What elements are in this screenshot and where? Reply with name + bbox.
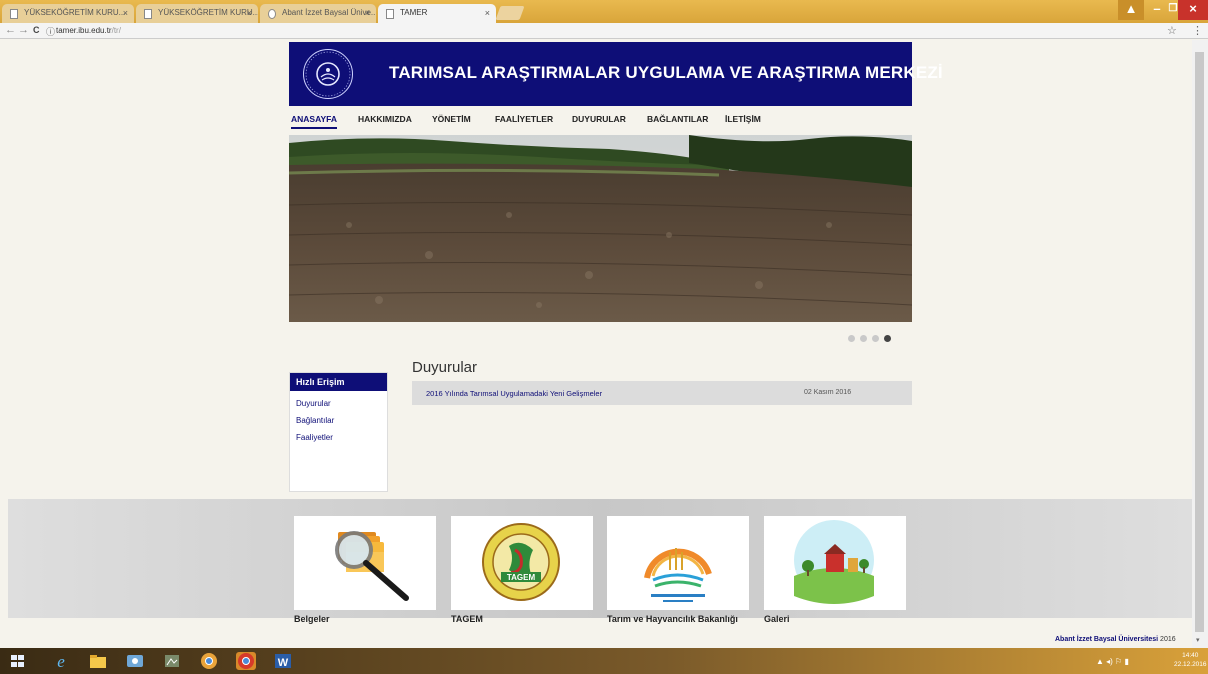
nav-anasayfa[interactable]: ANASAYFA — [291, 114, 337, 129]
file-explorer-icon[interactable] — [88, 652, 108, 670]
nav-duyurular[interactable]: DUYURULAR — [572, 114, 626, 124]
footer-credit: Abant İzzet Baysal Üniversitesi 2016 — [1055, 636, 1176, 643]
card-bakanlik[interactable] — [607, 516, 749, 610]
site-title: TARIMSAL ARAŞTIRMALAR UYGULAMA VE ARAŞTI… — [389, 63, 943, 82]
close-tab-icon[interactable]: × — [247, 8, 252, 18]
quick-link-duyurular[interactable]: Duyurular — [296, 399, 387, 408]
quick-link-baglantilar[interactable]: Bağlantılar — [296, 416, 387, 425]
close-window-button[interactable]: × — [1178, 0, 1208, 20]
card-belgeler[interactable] — [294, 516, 436, 610]
quick-access-title: Hızlı Erişim — [290, 373, 387, 391]
address-bar: ← → C ⓘ tamer.ibu.edu.tr/tr/ ☆ ⋮ — [0, 23, 1208, 39]
slider-dot[interactable] — [872, 335, 879, 342]
ministry-logo-icon — [644, 548, 712, 602]
browser-tab-1[interactable]: YÜKSEKÖĞRETİM KURU... × — [2, 4, 134, 23]
url-path: /tr/ — [111, 26, 121, 35]
tab-label: Abant İzzet Baysal Ünive... — [282, 8, 376, 17]
page-icon — [144, 9, 152, 19]
clock-date: 22.12.2016 — [1174, 661, 1207, 668]
windows-start-icon[interactable] — [11, 655, 25, 668]
user-profile-icon[interactable]: ▲ — [1118, 0, 1144, 20]
media-app-icon[interactable] — [125, 652, 145, 670]
footer-year: 2016 — [1160, 636, 1176, 643]
announcements-title: Duyurular — [412, 359, 478, 376]
slider-dot-active[interactable] — [884, 335, 891, 342]
tab-label: TAMER — [400, 8, 428, 17]
card-label-belgeler[interactable]: Belgeler — [294, 614, 330, 624]
card-label-bakanlik[interactable]: Tarım ve Hayvancılık Bakanlığı — [607, 614, 738, 624]
scrollbar-thumb[interactable] — [1195, 52, 1204, 632]
announcement-row[interactable]: 2016 Yılında Tarımsal Uygulamadaki Yeni … — [412, 381, 912, 405]
chrome-icon[interactable] — [199, 652, 219, 670]
forward-icon[interactable]: → — [18, 24, 29, 36]
hero-slider-image[interactable] — [289, 135, 912, 322]
clock-time: 14:40 — [1182, 652, 1199, 659]
tagem-logo-icon: TAGEM — [482, 523, 560, 601]
card-galeri[interactable] — [764, 516, 906, 610]
folder-magnifier-icon — [335, 531, 409, 601]
footer-org[interactable]: Abant İzzet Baysal Üniversitesi — [1055, 636, 1158, 643]
browser-tab-2[interactable]: YÜKSEKÖĞRETİM KURU... × — [136, 4, 258, 23]
url-host: tamer.ibu.edu.tr — [56, 26, 112, 35]
svg-text:W: W — [278, 657, 289, 669]
browser-tab-active[interactable]: TAMER × — [378, 4, 496, 23]
page-icon — [10, 9, 18, 19]
card-tagem[interactable]: TAGEM — [451, 516, 593, 610]
close-tab-icon[interactable]: × — [123, 8, 128, 18]
card-label-galeri[interactable]: Galeri — [764, 614, 790, 624]
farm-gallery-icon — [794, 520, 874, 604]
card-label-tagem[interactable]: TAGEM — [451, 614, 483, 624]
slider-dot[interactable] — [860, 335, 867, 342]
bookmark-star-icon[interactable]: ☆ — [1167, 24, 1177, 37]
links-band — [8, 499, 1192, 618]
os-taskbar: e W ▲ ◂) ⚐ ▮ 14:40 22.12.2016 — [0, 648, 1208, 674]
page-scrollbar[interactable] — [1192, 40, 1208, 648]
scroll-down-arrow-icon[interactable]: ▾ — [1196, 636, 1200, 644]
close-tab-icon[interactable]: × — [365, 8, 370, 18]
university-favicon-icon — [268, 9, 276, 19]
browser-menu-icon[interactable]: ⋮ — [1192, 24, 1203, 37]
page-icon — [386, 9, 394, 19]
browser-tab-3[interactable]: Abant İzzet Baysal Ünive... × — [260, 4, 376, 23]
close-tab-icon[interactable]: × — [485, 8, 490, 18]
tab-label: YÜKSEKÖĞRETİM KURU... — [158, 8, 258, 17]
word-icon[interactable]: W — [273, 652, 293, 670]
site-header: TARIMSAL ARAŞTIRMALAR UYGULAMA VE ARAŞTI… — [289, 42, 943, 106]
announcement-link[interactable]: 2016 Yılında Tarımsal Uygulamadaki Yeni … — [426, 389, 602, 398]
internet-explorer-icon[interactable]: e — [51, 652, 71, 671]
browser-tab-strip: YÜKSEKÖĞRETİM KURU... × YÜKSEKÖĞRETİM KU… — [0, 0, 1208, 23]
nav-faaliyetler[interactable]: FAALİYETLER — [495, 114, 553, 124]
slider-dot[interactable] — [848, 335, 855, 342]
quick-link-faaliyetler[interactable]: Faaliyetler — [296, 433, 387, 442]
svg-text:e: e — [57, 652, 65, 670]
system-tray[interactable]: ▲ ◂) ⚐ ▮ — [1096, 657, 1129, 666]
back-icon[interactable]: ← — [5, 24, 16, 36]
reload-icon[interactable]: C — [33, 25, 40, 35]
announcement-date: 02 Kasım 2016 — [804, 389, 852, 396]
tab-label: YÜKSEKÖĞRETİM KURU... — [24, 8, 126, 17]
app-icon[interactable] — [162, 652, 182, 670]
svg-text:TAGEM: TAGEM — [507, 573, 536, 582]
nav-yonetim[interactable]: YÖNETİM — [432, 114, 471, 124]
new-tab-button[interactable] — [495, 6, 525, 20]
info-icon[interactable]: ⓘ — [46, 25, 55, 38]
url-field[interactable]: tamer.ibu.edu.tr/tr/ — [56, 26, 121, 35]
quick-access-panel: Hızlı Erişim Duyurular Bağlantılar Faali… — [289, 372, 388, 492]
taskbar-clock[interactable]: 14:40 22.12.2016 — [1174, 651, 1207, 669]
nav-baglantilar[interactable]: BAĞLANTILAR — [647, 114, 708, 124]
chrome-active-icon[interactable] — [236, 652, 256, 670]
university-seal-icon[interactable] — [303, 49, 353, 99]
nav-iletisim[interactable]: İLETİŞİM — [725, 114, 761, 124]
nav-hakkimizda[interactable]: HAKKIMIZDA — [358, 114, 412, 124]
